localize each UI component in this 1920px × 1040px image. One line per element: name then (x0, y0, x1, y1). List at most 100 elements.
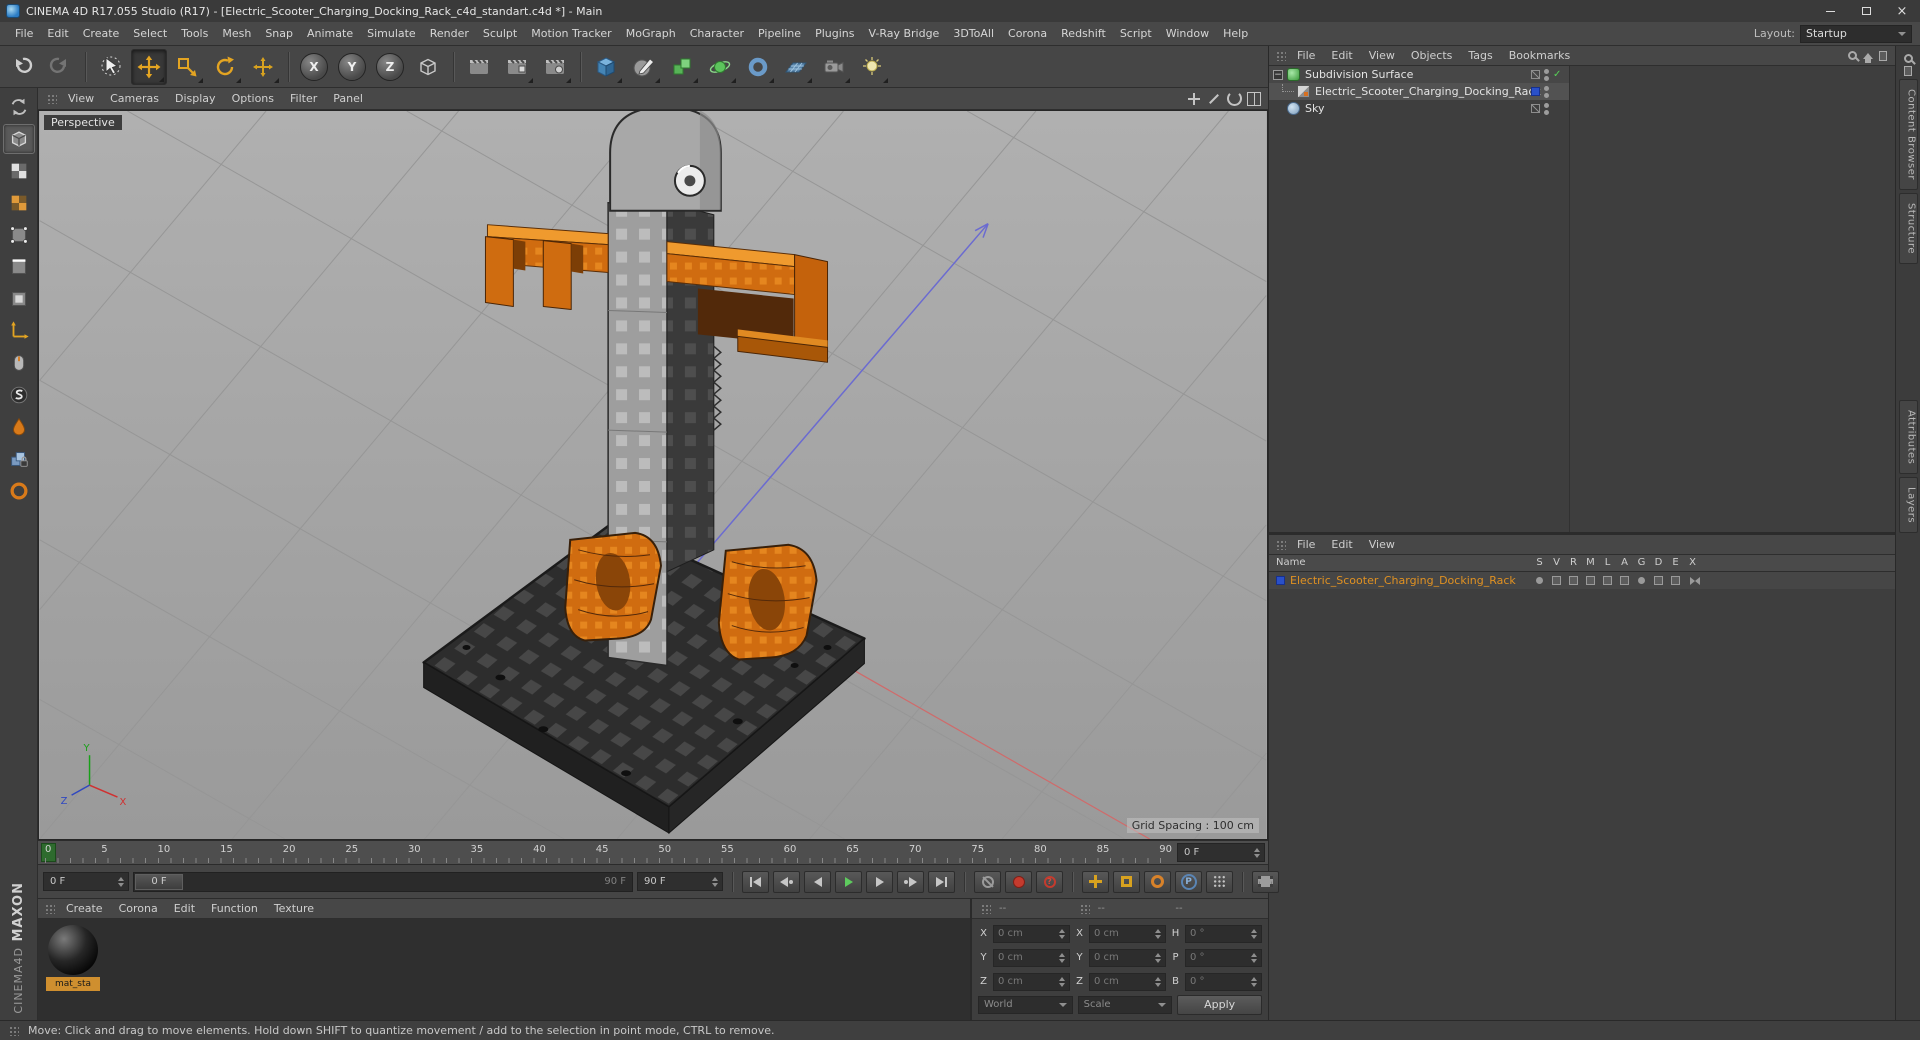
coordinate-system-button[interactable] (410, 49, 446, 85)
panel-grip-icon[interactable] (981, 903, 991, 914)
uvw-mode-button[interactable] (3, 188, 35, 218)
model-left-wheel-dock[interactable] (564, 531, 662, 642)
mat-menu-corona[interactable]: Corona (111, 902, 166, 915)
workplane-lock-button[interactable] (3, 444, 35, 474)
mograph-cloner-button[interactable] (664, 49, 700, 85)
record-scale-button[interactable] (1113, 870, 1140, 893)
last-tool-button[interactable] (245, 49, 281, 85)
panel-grip-icon[interactable] (47, 93, 57, 104)
deformers-toggle[interactable] (1650, 576, 1667, 585)
collapse-icon[interactable]: − (1273, 69, 1283, 80)
toggle-views-icon[interactable] (1246, 91, 1262, 107)
menu-help[interactable]: Help (1216, 22, 1255, 45)
menu-sculpt[interactable]: Sculpt (476, 22, 524, 45)
expressions-toggle[interactable] (1667, 576, 1684, 585)
points-mode-button[interactable] (3, 220, 35, 250)
make-editable-button[interactable] (3, 92, 35, 122)
next-key-button[interactable] (897, 870, 924, 893)
mat-menu-function[interactable]: Function (203, 902, 266, 915)
position-x-field[interactable]: 0 cm (993, 924, 1070, 943)
panel-grip-icon[interactable] (45, 903, 55, 914)
om-menu-bookmarks[interactable]: Bookmarks (1501, 49, 1578, 62)
lm-menu-edit[interactable]: Edit (1323, 538, 1360, 551)
position-y-field[interactable]: 0 cm (993, 948, 1070, 967)
tab-structure[interactable]: Structure (1898, 192, 1918, 265)
mat-menu-edit[interactable]: Edit (166, 902, 203, 915)
object-name[interactable]: Electric_Scooter_Charging_Docking_Rack (1315, 85, 1541, 98)
camera-button[interactable] (816, 49, 852, 85)
play-button[interactable] (835, 870, 862, 893)
enabled-check-icon[interactable]: ✓ (1553, 69, 1561, 80)
tab-attributes[interactable]: Attributes (1898, 400, 1918, 475)
vp-menu-view[interactable]: View (60, 92, 102, 105)
search-icon[interactable] (1848, 51, 1857, 60)
menu-create[interactable]: Create (76, 22, 127, 45)
object-row-subdivision-surface[interactable]: − Subdivision Surface ✓ (1269, 66, 1569, 83)
om-menu-file[interactable]: File (1289, 49, 1323, 62)
snap-button[interactable] (3, 380, 35, 410)
om-menu-tags[interactable]: Tags (1460, 49, 1500, 62)
timeline-ruler[interactable]: 0 5 10 15 20 25 30 35 40 45 50 55 60 65 70 75 80 85 … (38, 840, 1268, 864)
om-menu-view[interactable]: View (1361, 49, 1403, 62)
lock-toggle[interactable] (1599, 576, 1616, 585)
menu-character[interactable]: Character (683, 22, 751, 45)
previous-key-button[interactable] (773, 870, 800, 893)
layer-color-chip[interactable] (1531, 87, 1540, 96)
layer-name[interactable]: Electric_Scooter_Charging_Docking_Rack (1290, 574, 1516, 587)
mat-menu-texture[interactable]: Texture (266, 902, 322, 915)
zoom-view-icon[interactable] (1206, 91, 1222, 107)
range-end-stepper[interactable] (710, 873, 720, 890)
layout-select[interactable]: Startup (1800, 24, 1912, 43)
record-button[interactable] (974, 870, 1001, 893)
range-start-field[interactable]: 0 F (43, 872, 129, 891)
menu-corona[interactable]: Corona (1001, 22, 1054, 45)
menu-3dtoall[interactable]: 3DToAll (946, 22, 1001, 45)
layer-chip[interactable] (1531, 70, 1540, 79)
go-to-start-button[interactable] (742, 870, 769, 893)
om-menu-edit[interactable]: Edit (1323, 49, 1360, 62)
enable-axis-button[interactable] (3, 316, 35, 346)
animation-toggle[interactable] (1616, 576, 1633, 585)
render-visibility-dot[interactable] (1544, 109, 1549, 115)
coords-mode-1[interactable]: -- (999, 903, 1006, 914)
model-right-wheel-dock[interactable] (717, 543, 818, 661)
add-spline-pen-button[interactable] (626, 49, 662, 85)
edges-mode-button[interactable] (3, 252, 35, 282)
workplane-button[interactable] (3, 476, 35, 506)
material-item[interactable]: mat_sta (46, 925, 100, 991)
vp-menu-options[interactable]: Options (224, 92, 282, 105)
coordinate-space-select[interactable]: World (978, 995, 1073, 1014)
minimize-button[interactable] (1812, 0, 1848, 22)
add-cube-button[interactable] (588, 49, 624, 85)
object-row-sky[interactable]: Sky (1269, 100, 1569, 117)
home-icon[interactable] (1863, 52, 1873, 63)
perspective-viewport[interactable]: Y X Z Perspective Grid Spacing : 100 cm (38, 110, 1268, 840)
menu-vray-bridge[interactable]: V-Ray Bridge (861, 22, 946, 45)
record-rotation-button[interactable] (1144, 870, 1171, 893)
frame-stepper[interactable] (1252, 844, 1262, 861)
close-button[interactable]: × (1884, 0, 1920, 22)
viewport-mouse-mode-button[interactable] (3, 348, 35, 378)
vp-menu-panel[interactable]: Panel (325, 92, 371, 105)
tab-content-browser[interactable]: Content Browser (1898, 79, 1918, 190)
size-z-field[interactable]: 0 cm (1089, 972, 1166, 991)
menu-select[interactable]: Select (126, 22, 174, 45)
rotation-p-field[interactable]: 0 ° (1185, 948, 1262, 967)
menu-mesh[interactable]: Mesh (215, 22, 258, 45)
menu-simulate[interactable]: Simulate (360, 22, 423, 45)
go-to-end-button[interactable] (928, 870, 955, 893)
record-parameter-button[interactable]: P (1175, 870, 1202, 893)
menu-mograph[interactable]: MoGraph (619, 22, 683, 45)
menu-edit[interactable]: Edit (40, 22, 75, 45)
xref-toggle[interactable] (1684, 576, 1701, 585)
object-row-docking-rack[interactable]: Electric_Scooter_Charging_Docking_Rack (1269, 83, 1569, 100)
layer-chip[interactable] (1531, 104, 1540, 113)
lm-menu-file[interactable]: File (1289, 538, 1323, 551)
record-pla-button[interactable] (1206, 870, 1233, 893)
render-toggle[interactable] (1565, 576, 1582, 585)
range-slider-thumb[interactable]: 0 F (135, 873, 183, 890)
menu-animate[interactable]: Animate (300, 22, 360, 45)
keyframe-selection-button[interactable]: ? (1036, 870, 1063, 893)
mat-menu-create[interactable]: Create (58, 902, 111, 915)
timeline-range-slider[interactable]: 0 F 90 F (133, 871, 633, 892)
